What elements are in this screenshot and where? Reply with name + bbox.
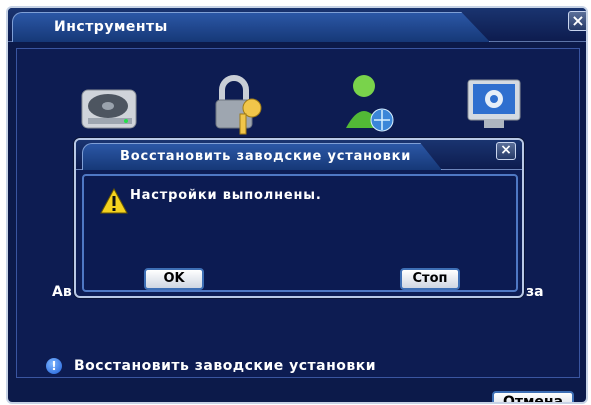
lock-key-icon[interactable] — [208, 72, 272, 136]
hard-drive-icon[interactable] — [78, 70, 142, 134]
dialog-titlebar: Восстановить заводские установки × — [76, 140, 522, 170]
tools-window-close-button[interactable]: × — [568, 11, 586, 31]
ok-button[interactable]: OK — [144, 268, 204, 290]
tool-label-right-fragment: за — [526, 284, 544, 300]
restore-defaults-dialog: Восстановить заводские установки × Настр… — [74, 138, 524, 298]
monitor-gear-icon[interactable] — [464, 74, 528, 138]
info-icon: ! — [46, 358, 62, 374]
tools-window-title: Инструменты — [54, 19, 168, 35]
dialog-body: Настройки выполнены. OK Стоп — [82, 174, 518, 292]
dialog-message: Настройки выполнены. — [130, 188, 322, 203]
user-network-icon[interactable] — [338, 70, 402, 134]
tools-window-titlebar: Инструменты × — [8, 8, 586, 42]
cancel-button[interactable]: Отмена — [492, 391, 574, 402]
dialog-title: Восстановить заводские установки — [120, 149, 412, 164]
stop-button[interactable]: Стоп — [400, 268, 460, 290]
info-text: Восстановить заводские установки — [74, 358, 377, 374]
tool-label-left-fragment: Ав — [52, 284, 72, 300]
warning-icon — [100, 187, 128, 214]
dialog-close-button[interactable]: × — [496, 142, 516, 160]
